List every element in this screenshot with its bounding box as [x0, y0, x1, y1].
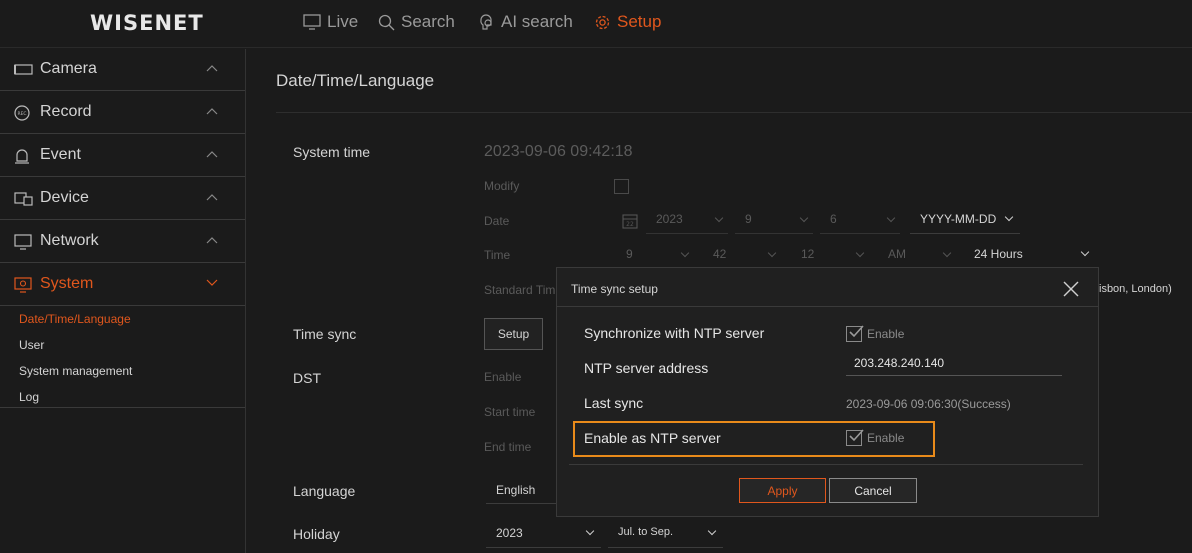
nav-live[interactable]: Live: [303, 12, 358, 32]
nav-search[interactable]: Search: [378, 12, 455, 32]
sidebar-item-system[interactable]: System: [0, 264, 245, 306]
language-label: Language: [293, 483, 356, 499]
search-icon: [378, 14, 395, 30]
standard-time-label: Standard Tim: [484, 283, 556, 297]
time-second-select[interactable]: 12: [791, 241, 869, 269]
wisenet-logo: WISENET: [90, 11, 204, 35]
device-icon: [14, 192, 33, 206]
chevron-up-icon: [206, 237, 218, 244]
monitor-icon: [303, 14, 321, 30]
nav-setup[interactable]: Setup: [594, 12, 661, 32]
sidebar-item-record[interactable]: REC Record: [0, 92, 245, 134]
sync-ntp-label: Synchronize with NTP server: [584, 325, 765, 341]
time-ampm-select[interactable]: AM: [878, 241, 956, 269]
sidebar-item-device[interactable]: Device: [0, 178, 245, 220]
dst-start-label: Start time: [484, 405, 536, 419]
time-format-select[interactable]: 24 Hours: [964, 241, 1096, 269]
dialog-header-divider: [557, 306, 1098, 307]
enable-ntp-server-label: Enable as NTP server: [584, 430, 721, 446]
enable-ntp-server-text: Enable: [867, 431, 905, 445]
dst-label: DST: [293, 370, 321, 386]
checkmark-icon: [849, 325, 864, 338]
sidebar-sub-system-management[interactable]: System management: [19, 364, 132, 378]
last-sync-label: Last sync: [584, 395, 644, 411]
system-icon: [14, 277, 32, 293]
dst-enable-label: Enable: [484, 370, 522, 384]
title-divider: [276, 112, 1192, 113]
holiday-range-select[interactable]: Jul. to Sep.: [608, 520, 723, 548]
nav-search-label: Search: [401, 12, 455, 31]
sidebar-item-label: System: [40, 275, 94, 292]
camera-icon: [14, 64, 33, 75]
system-time-label: System time: [293, 144, 371, 160]
sidebar: Camera REC Record Event Device Network S…: [0, 49, 246, 553]
sidebar-divider: [0, 407, 245, 408]
sidebar-sub-log[interactable]: Log: [19, 390, 39, 404]
date-label: Date: [484, 214, 510, 228]
nav-ai-search-label: AI search: [501, 12, 573, 31]
modify-checkbox[interactable]: [614, 179, 629, 194]
chevron-up-icon: [206, 108, 218, 115]
nav-ai-search[interactable]: AI search: [478, 12, 573, 32]
time-label: Time: [484, 248, 511, 262]
sync-ntp-checkbox[interactable]: [846, 325, 864, 342]
last-sync-value: 2023-09-06 09:06:30(Success): [846, 397, 1011, 411]
time-sync-label: Time sync: [293, 326, 357, 342]
time-hour-select[interactable]: 9: [616, 241, 694, 269]
sidebar-item-label: Event: [40, 146, 81, 163]
chevron-up-icon: [206, 151, 218, 158]
date-format-select[interactable]: YYYY-MM-DD: [910, 206, 1020, 234]
ntp-address-input[interactable]: 203.248.240.140: [846, 352, 1062, 376]
sidebar-item-label: Network: [40, 232, 99, 249]
system-time-value: 2023-09-06 09:42:18: [484, 143, 633, 160]
network-monitor-icon: [14, 234, 32, 250]
sync-ntp-enable-text: Enable: [867, 327, 905, 341]
ntp-address-label: NTP server address: [584, 360, 709, 376]
enable-ntp-server-checkbox[interactable]: [846, 429, 864, 446]
ai-search-icon: [480, 13, 492, 30]
chevron-up-icon: [206, 194, 218, 201]
language-select[interactable]: English: [486, 476, 556, 504]
cancel-button[interactable]: Cancel: [829, 478, 917, 503]
holiday-label: Holiday: [293, 526, 340, 542]
sidebar-item-camera[interactable]: Camera: [0, 49, 245, 91]
bell-icon: [15, 149, 29, 164]
dialog-title: Time sync setup: [571, 282, 658, 296]
holiday-year-select[interactable]: 2023: [486, 520, 601, 548]
dst-end-label: End time: [484, 440, 532, 454]
modify-label: Modify: [484, 179, 520, 193]
rec-icon: REC: [14, 105, 30, 121]
gear-icon: [595, 15, 610, 29]
svg-text:22: 22: [626, 221, 634, 228]
dialog-footer-divider: [569, 464, 1083, 465]
standard-time-value[interactable]: isbon, London): [1099, 283, 1172, 295]
sidebar-sub-user[interactable]: User: [19, 338, 44, 352]
svg-text:REC: REC: [17, 111, 26, 117]
nav-setup-label: Setup: [617, 12, 662, 31]
date-year-select[interactable]: 2023: [646, 206, 728, 234]
sidebar-item-network[interactable]: Network: [0, 221, 245, 263]
sidebar-item-label: Camera: [40, 60, 97, 77]
time-minute-select[interactable]: 42: [703, 241, 781, 269]
nav-live-label: Live: [327, 12, 359, 31]
apply-button[interactable]: Apply: [739, 478, 826, 503]
sidebar-item-event[interactable]: Event: [0, 135, 245, 177]
sidebar-item-label: Record: [40, 103, 92, 120]
page-title: Date/Time/Language: [276, 71, 435, 90]
sidebar-sub-date-time-language[interactable]: Date/Time/Language: [19, 312, 131, 326]
date-month-select[interactable]: 9: [735, 206, 813, 234]
checkmark-icon: [849, 429, 864, 442]
chevron-up-icon: [206, 65, 218, 72]
chevron-down-icon: [206, 279, 218, 286]
sidebar-item-label: Device: [40, 189, 89, 206]
time-sync-setup-button[interactable]: Setup: [484, 318, 543, 350]
time-sync-dialog: Time sync setup Synchronize with NTP ser…: [556, 267, 1099, 517]
close-icon[interactable]: [1061, 279, 1081, 299]
date-day-select[interactable]: 6: [820, 206, 900, 234]
calendar-icon[interactable]: 22: [622, 213, 638, 229]
top-bar: WISENET Live Search AI search Setup: [0, 0, 1192, 48]
